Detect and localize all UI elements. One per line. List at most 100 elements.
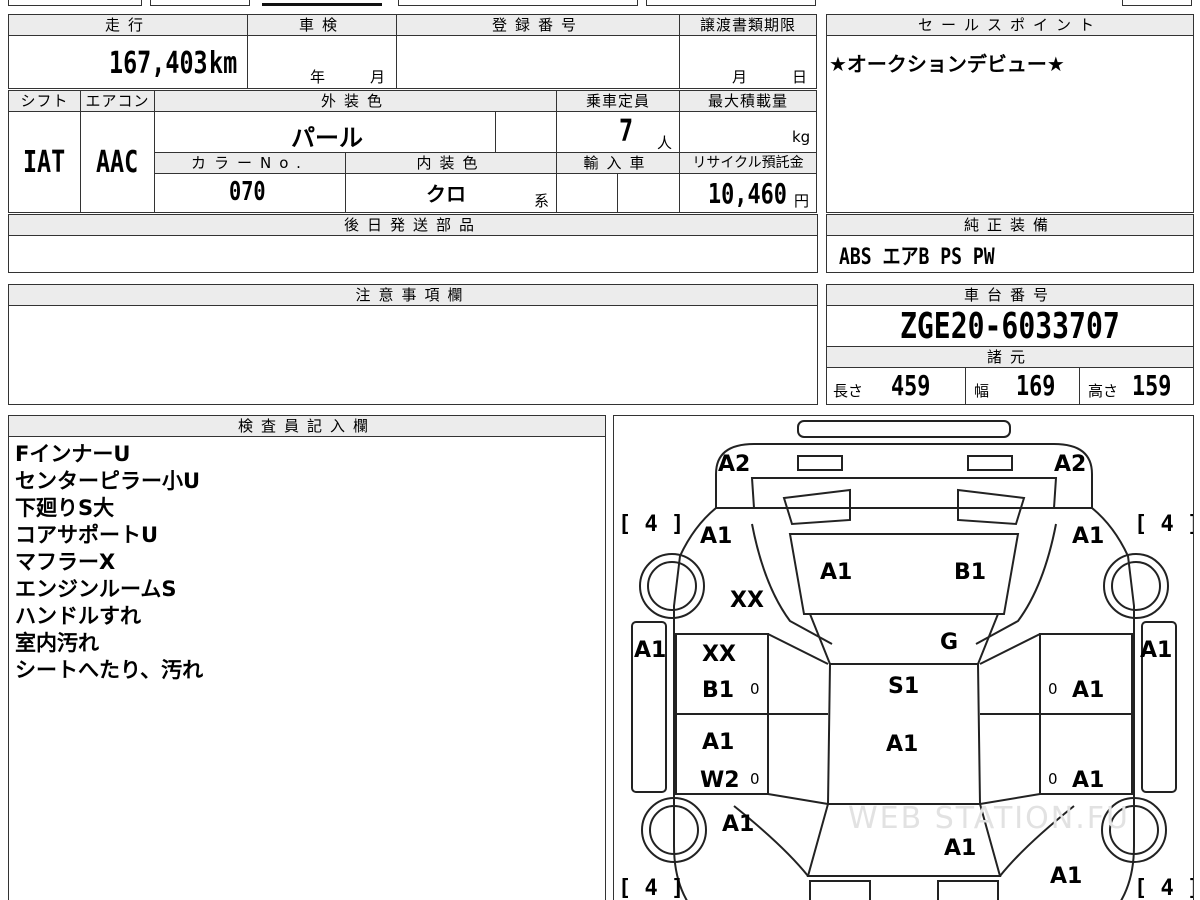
inspector-note: エンジンルームS (15, 577, 177, 601)
inspector-notes: FインナーU センターピラー小U 下廻りS大 コアサポートU マフラーX エンジ… (8, 436, 606, 900)
inspection-month-unit: 月 (370, 68, 386, 86)
inspection-cell: 年 月 (247, 35, 397, 89)
color-no-value: 070 (229, 177, 266, 207)
inspector-note: シートへたり、汚れ (15, 658, 204, 682)
specs-header: 諸元 (826, 346, 1194, 368)
recycle-fee-header: リサイクル預託金 (679, 152, 817, 174)
exterior-color-value: パール (291, 124, 363, 152)
mark-roof-rear-left: A1 (820, 560, 853, 585)
exterior-color-sub-cell (495, 111, 557, 153)
import-header: 輸入車 (556, 152, 680, 174)
mark-roof-rear-right: B1 (954, 560, 987, 585)
later-parts-header: 後日発送部品 (8, 214, 818, 236)
specs-height-cell: 高さ 159 (1079, 367, 1194, 405)
color-no-header: カラーNo. (154, 152, 346, 174)
mark-quarter-left: XX (730, 588, 764, 613)
recycle-fee-unit: 円 (794, 192, 810, 210)
mark-rear-fender-right: A1 (1072, 524, 1105, 549)
specs-height-label: 高さ (1088, 382, 1119, 400)
mark-front-door-right: A1 (1072, 768, 1105, 793)
mileage-value: 167,403 (109, 46, 208, 81)
mark-hood: A1 (944, 836, 977, 861)
sales-point-header: セールスポイント (826, 14, 1194, 36)
capacity-cell: 7 人 (556, 111, 680, 153)
capacity-header: 乗車定員 (556, 90, 680, 112)
genuine-equipment-header: 純正装備 (826, 214, 1194, 236)
inspector-note: センターピラー小U (15, 469, 201, 493)
inspector-note: コアサポートU (15, 523, 159, 547)
top-strip (0, 0, 1200, 8)
import-cell-1 (556, 173, 618, 213)
specs-height-value: 159 (1132, 369, 1172, 402)
inspector-note: 室内汚れ (15, 631, 99, 655)
transfer-deadline-header: 譲渡書類期限 (679, 14, 817, 36)
shift-cell: IAT (8, 111, 81, 213)
watermark: WEB STATION.FU (848, 801, 1130, 836)
transfer-day-unit: 日 (792, 68, 808, 86)
mark-rear-fender-left: A1 (700, 524, 733, 549)
remarks-cell (8, 305, 818, 405)
mark-roof: S1 (888, 674, 920, 699)
inspector-note: マフラーX (15, 550, 116, 574)
mark-rear-door-left-2: B1 (702, 678, 735, 703)
import-cell-2 (617, 173, 680, 213)
later-parts-cell (8, 235, 818, 273)
aircon-value: AAC (96, 144, 139, 180)
interior-color-header: 内装色 (345, 152, 557, 174)
specs-length-value: 459 (891, 369, 931, 402)
chassis-number-header: 車台番号 (826, 284, 1194, 306)
mark-front-door-left-1: A1 (702, 730, 735, 755)
registration-cell (396, 35, 680, 89)
tire-rear-right: [ 4 ] (1134, 512, 1194, 537)
exterior-color-cell: パール (154, 111, 496, 153)
aircon-cell: AAC (80, 111, 155, 213)
sales-point-text: ★オークションデビュー★ (829, 52, 1065, 76)
chassis-number-cell: ZGE20-6033707 (826, 305, 1194, 347)
specs-length-cell: 長さ 459 (826, 367, 966, 405)
capacity-unit: 人 (657, 134, 673, 152)
tire-front-right: [ 4 ] (1134, 876, 1194, 900)
specs-width-cell: 幅 169 (965, 367, 1080, 405)
mark-front-fender-right: A1 (1050, 864, 1083, 889)
interior-color-suffix: 系 (534, 192, 550, 210)
max-load-cell: kg (679, 111, 817, 153)
inspection-header: 車検 (247, 14, 397, 36)
max-load-header: 最大積載量 (679, 90, 817, 112)
inspector-note: FインナーU (15, 442, 131, 466)
mark-front-door-right-num: 0 (1048, 770, 1058, 788)
inspection-year-unit: 年 (310, 68, 326, 86)
mark-step-left: A1 (634, 638, 667, 663)
tire-front-left: [ 4 ] (618, 876, 685, 900)
exterior-color-header: 外装色 (154, 90, 557, 112)
specs-width-value: 169 (1016, 369, 1056, 402)
mark-front-door-left-num: 0 (750, 770, 760, 788)
specs-width-label: 幅 (974, 382, 990, 400)
sales-point-cell: ★オークションデビュー★ (826, 35, 1194, 213)
mark-rear-left: A2 (718, 452, 751, 477)
registration-header: 登録番号 (396, 14, 680, 36)
mark-front-fender-left: A1 (722, 812, 755, 837)
color-no-cell: 070 (154, 173, 346, 213)
genuine-equipment-value: ABS エアB PS PW (839, 245, 995, 270)
mileage-header: 走行 (8, 14, 248, 36)
mark-rear-glass: G (940, 630, 959, 655)
mileage-unit: km (209, 46, 238, 81)
transfer-deadline-cell: 月 日 (679, 35, 817, 89)
recycle-fee-value: 10,460 (708, 177, 787, 210)
inspector-note: ハンドルすれ (15, 604, 141, 628)
tire-rear-left: [ 4 ] (618, 512, 685, 537)
mark-rear-door-right-num: 0 (1048, 680, 1058, 698)
inspector-header: 検査員記入欄 (8, 415, 606, 437)
shift-value: IAT (23, 144, 66, 180)
aircon-header: エアコン (80, 90, 155, 112)
mark-rear-door-left-1: XX (702, 642, 736, 667)
capacity-value: 7 (619, 114, 634, 149)
interior-color-cell: クロ 系 (345, 173, 557, 213)
mark-rear-door-right: A1 (1072, 678, 1105, 703)
transfer-month-unit: 月 (732, 68, 748, 86)
genuine-equipment-cell: ABS エアB PS PW (826, 235, 1194, 273)
max-load-unit: kg (792, 128, 811, 146)
car-diagram: WEB STATION.FU [ 4 ] [ 4 ] [ 4 ] [ 4 ] A… (613, 415, 1194, 900)
mileage-cell: 167,403 km (8, 35, 248, 89)
interior-color-value: クロ (426, 182, 466, 206)
